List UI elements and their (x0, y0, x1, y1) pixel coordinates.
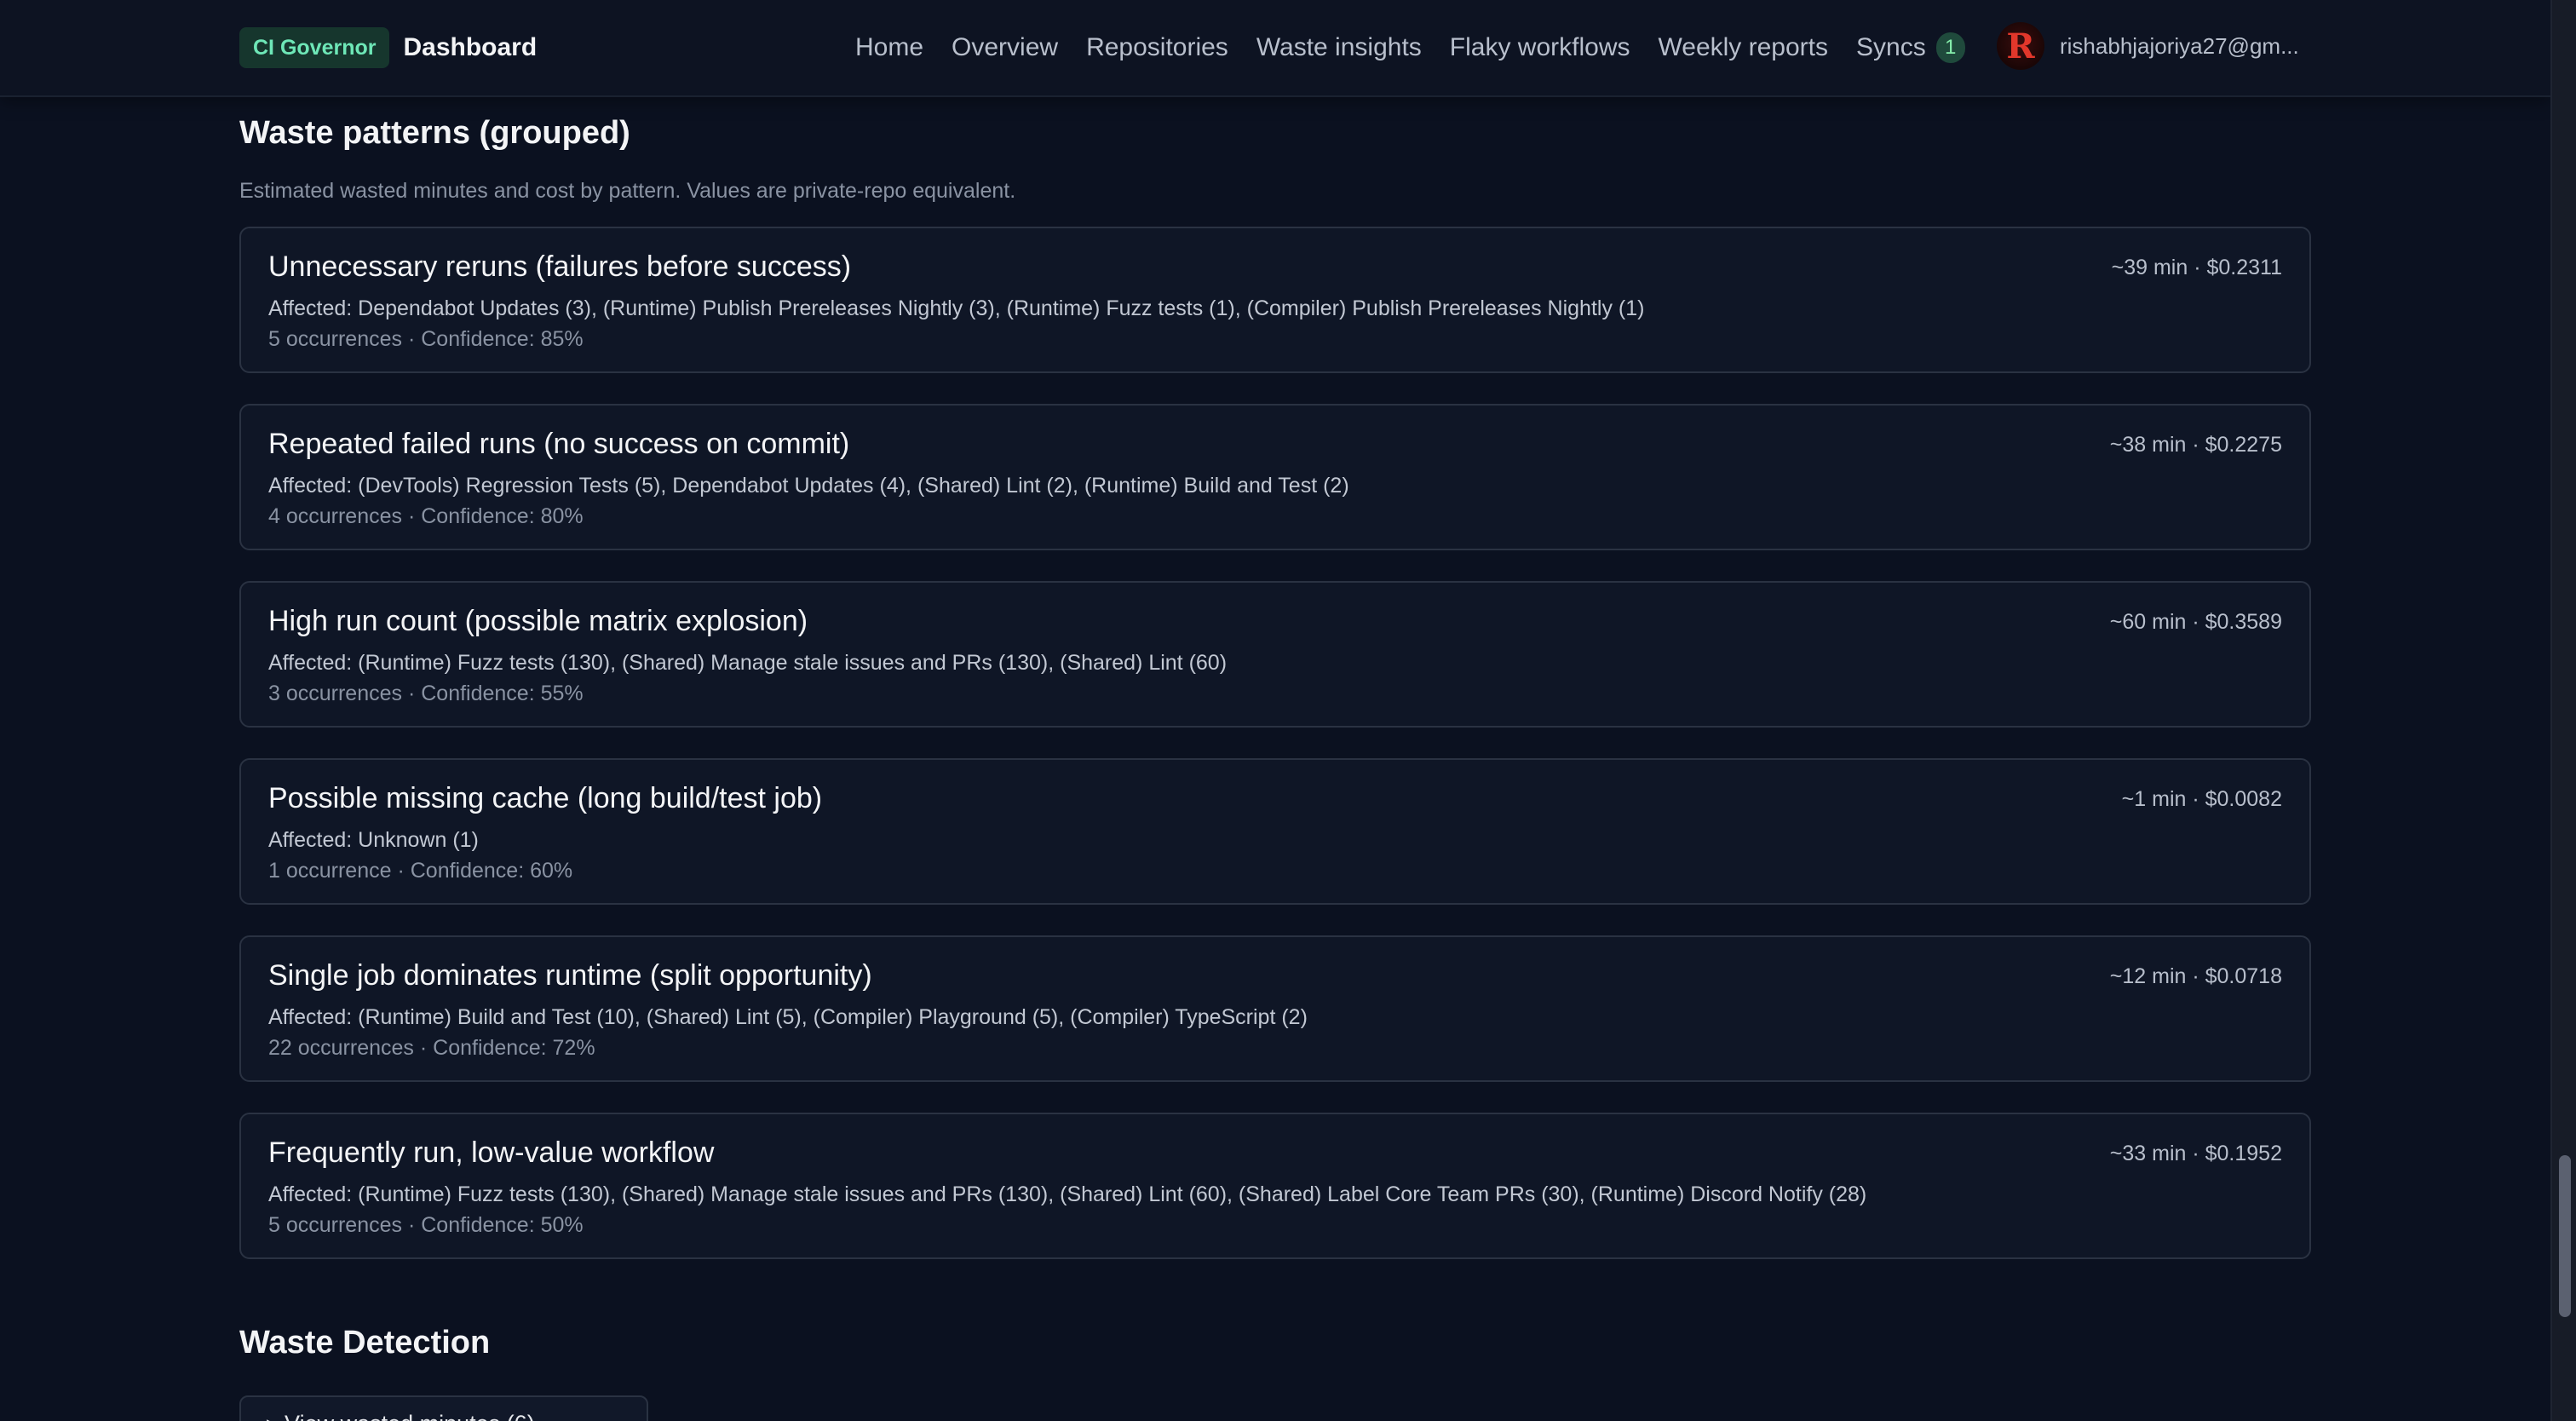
avatar[interactable]: R (1997, 22, 2044, 70)
vertical-scrollbar[interactable] (2550, 0, 2576, 1421)
pattern-card: Possible missing cache (long build/test … (239, 758, 2311, 905)
section-title-waste-detection: Waste Detection (239, 1325, 491, 1361)
page-title: Dashboard (403, 33, 538, 61)
section-title-waste-patterns: Waste patterns (grouped) (239, 115, 630, 151)
pattern-affected: Affected: (Runtime) Fuzz tests (130), (S… (268, 1182, 1867, 1206)
pattern-cost: ~39 min · $0.2311 (2111, 256, 2282, 279)
wasted-minutes-toggle[interactable]: ▸ View wasted minutes (6) (239, 1395, 648, 1421)
pattern-cost: ~60 min · $0.3589 (2109, 610, 2282, 634)
pattern-cost: ~1 min · $0.0082 (2121, 787, 2282, 811)
user-email: rishabhjajoriya27@gm... (2060, 32, 2299, 59)
syncs-label: Syncs (1856, 33, 1926, 61)
user-menu[interactable]: R rishabhjajoriya27@gm... (1997, 22, 2299, 70)
wasted-minutes-toggle-label: ▸ View wasted minutes (6) (267, 1411, 535, 1421)
top-navigation-bar: CI Governor Dashboard Home Overview Repo… (0, 0, 2550, 97)
pattern-affected: Affected: (Runtime) Fuzz tests (130), (S… (268, 651, 1228, 675)
pattern-title: Unnecessary reruns (failures before succ… (268, 250, 852, 283)
pattern-cost: ~38 min · $0.2275 (2109, 433, 2282, 457)
nav-link-syncs[interactable]: Syncs 1 (1856, 32, 1965, 63)
pattern-affected: Affected: (DevTools) Regression Tests (5… (268, 474, 1349, 498)
pattern-card: Single job dominates runtime (split oppo… (239, 935, 2311, 1082)
brand[interactable]: CI Governor Dashboard (239, 27, 537, 68)
pattern-title: Single job dominates runtime (split oppo… (268, 959, 872, 992)
pattern-cost: ~33 min · $0.1952 (2109, 1142, 2282, 1165)
nav-link-overview[interactable]: Overview (952, 33, 1058, 62)
pattern-affected: Affected: (Runtime) Build and Test (10),… (268, 1005, 1308, 1029)
nav-link-weekly-reports[interactable]: Weekly reports (1658, 33, 1828, 62)
nav-links: Home Overview Repositories Waste insight… (855, 29, 1993, 66)
pattern-title: High run count (possible matrix explosio… (268, 605, 808, 637)
pattern-list: Unnecessary reruns (failures before succ… (239, 227, 2311, 1259)
nav-link-home[interactable]: Home (855, 33, 923, 62)
scrollbar-thumb[interactable] (2559, 1155, 2571, 1317)
pattern-meta: 5 occurrences · Confidence: 85% (268, 327, 584, 351)
page: CI Governor Dashboard Home Overview Repo… (0, 0, 2576, 1421)
pattern-affected: Affected: Unknown (1) (268, 828, 479, 852)
brand-badge[interactable]: CI Governor (239, 27, 390, 68)
syncs-count-badge: 1 (1935, 32, 1965, 63)
pattern-card: Frequently run, low-value workflow ~33 m… (239, 1113, 2311, 1259)
section-description: Estimated wasted minutes and cost by pat… (239, 179, 1016, 203)
waste-patterns-section: Waste patterns (grouped) Estimated waste… (239, 95, 2311, 1290)
pattern-title: Possible missing cache (long build/test … (268, 782, 823, 814)
pattern-meta: 3 occurrences · Confidence: 55% (268, 682, 584, 705)
pattern-meta: 1 occurrence · Confidence: 60% (268, 859, 573, 883)
pattern-meta: 22 occurrences · Confidence: 72% (268, 1036, 595, 1060)
nav-link-waste-insights[interactable]: Waste insights (1256, 33, 1422, 62)
pattern-card: Repeated failed runs (no success on comm… (239, 404, 2311, 550)
pattern-card: Unnecessary reruns (failures before succ… (239, 227, 2311, 373)
pattern-title: Frequently run, low-value workflow (268, 1136, 715, 1169)
nav-link-repositories[interactable]: Repositories (1086, 33, 1228, 62)
pattern-affected: Affected: Dependabot Updates (3), (Runti… (268, 296, 1645, 320)
pattern-title: Repeated failed runs (no success on comm… (268, 428, 850, 460)
nav-link-flaky-workflows[interactable]: Flaky workflows (1450, 33, 1630, 62)
pattern-cost: ~12 min · $0.0718 (2109, 964, 2282, 988)
pattern-meta: 4 occurrences · Confidence: 80% (268, 504, 584, 528)
pattern-meta: 5 occurrences · Confidence: 50% (268, 1213, 584, 1237)
pattern-card: High run count (possible matrix explosio… (239, 581, 2311, 728)
